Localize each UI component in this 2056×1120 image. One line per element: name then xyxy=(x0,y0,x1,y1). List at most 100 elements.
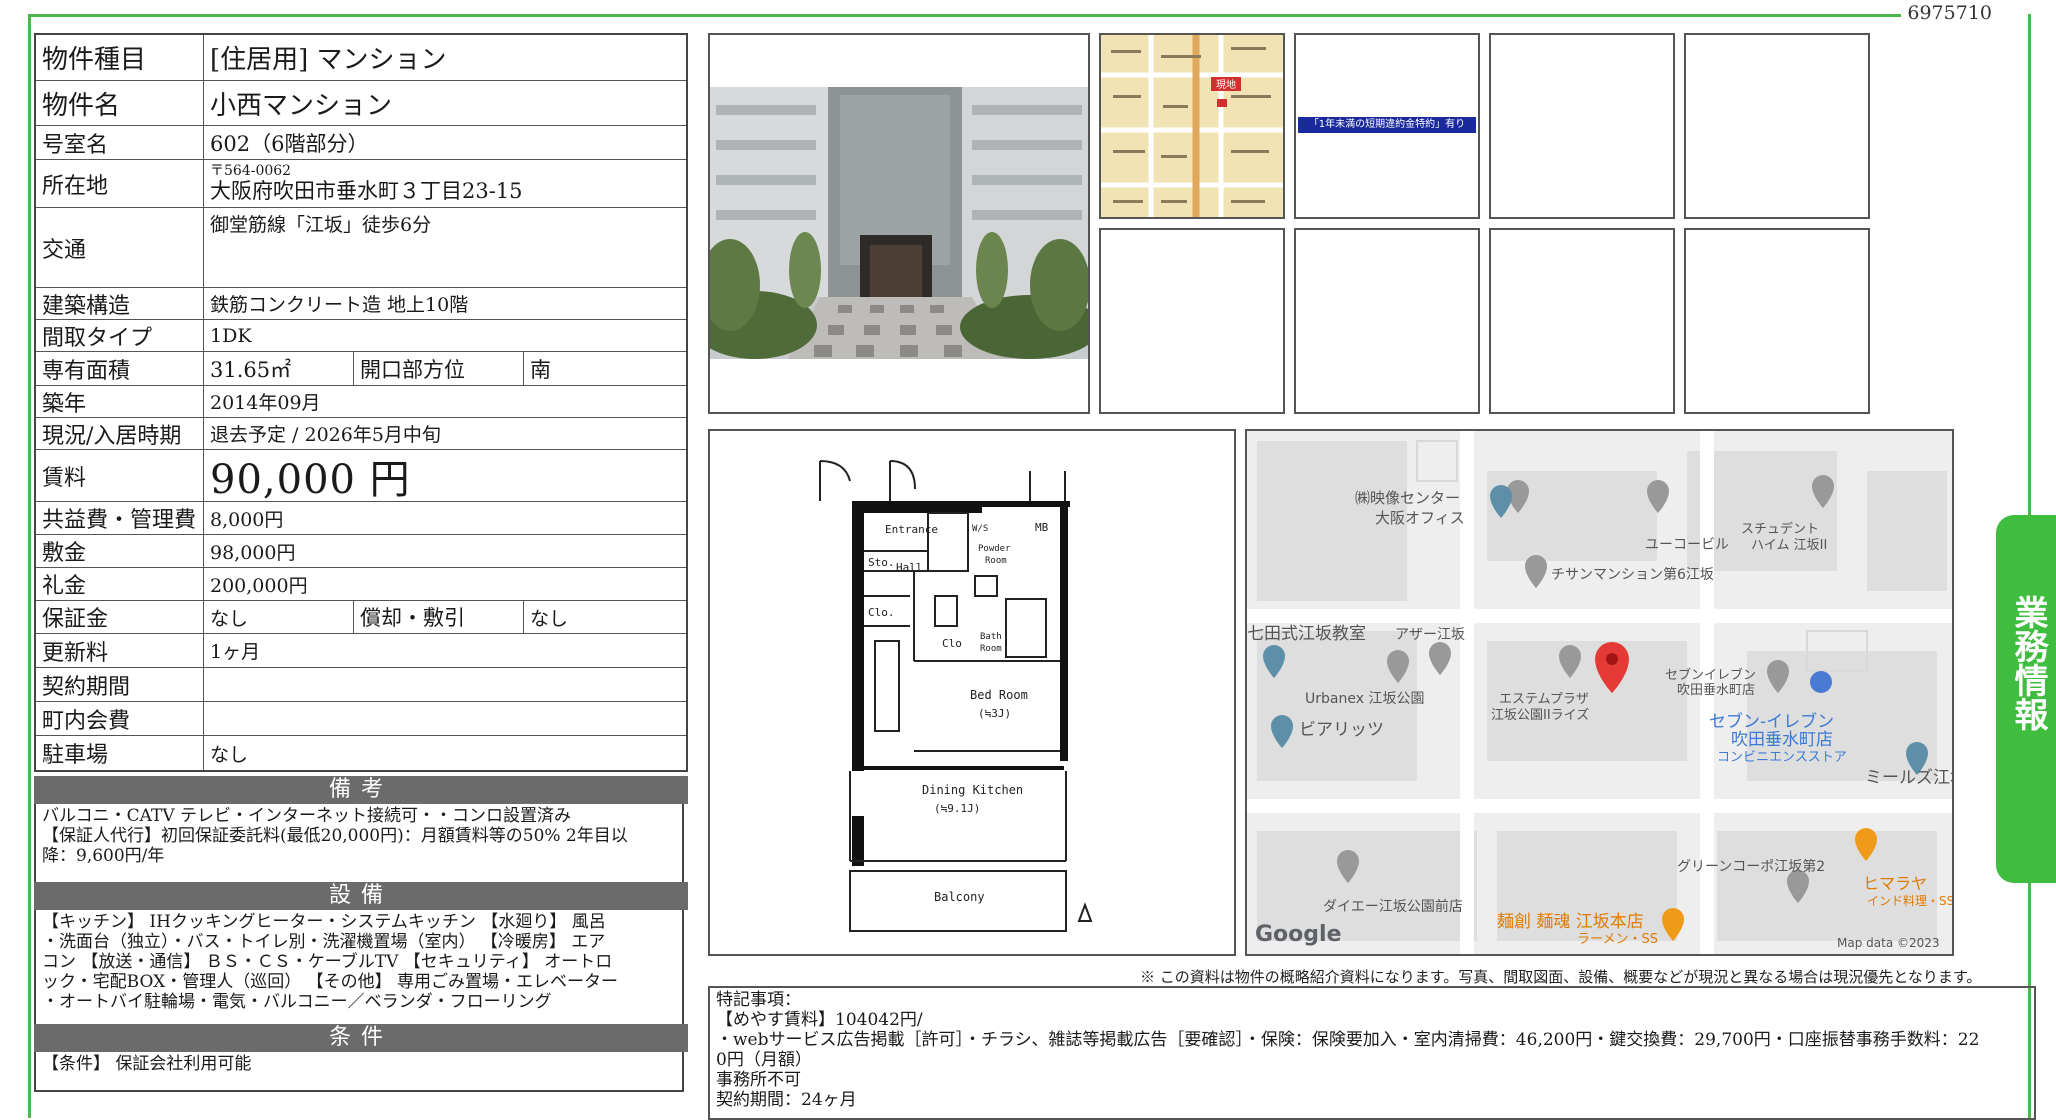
keymoney-value: 200,000円 xyxy=(210,574,308,597)
area-map-image: 現地 xyxy=(1101,35,1283,217)
plan-entrance: Entrance xyxy=(885,523,938,536)
remarks-line: バルコニ・CATV テレビ・インターネット接続可・・コンロ設置済み xyxy=(42,806,572,826)
frame-left-border xyxy=(28,14,31,1118)
area-label: 専有面積 xyxy=(36,352,204,385)
plan-bedroom-size: (≒3J) xyxy=(978,707,1011,720)
fee-label: 共益費・管理費 xyxy=(36,502,204,534)
equipment-line: ・オートバイ駐輪場・電気・バルコニー／ベランダ・フローリング xyxy=(42,992,552,1012)
map-attribution: Map data ©2023 xyxy=(1837,936,1940,950)
association-label: 町内会費 xyxy=(36,702,204,735)
status-value: 退去予定 / 2026年5月中旬 xyxy=(210,424,441,446)
map-place-label: セブン-イレブン xyxy=(1709,711,1834,732)
plan-dining: Dining Kitchen xyxy=(922,783,1023,797)
rent-label: 賃料 xyxy=(36,450,204,501)
document-id: 6975710 xyxy=(1901,2,1998,24)
plan-hall: Hall xyxy=(896,561,923,574)
floor-plan-frame[interactable]: Entrance W/S MB Sto. Hall Powder Room Cl… xyxy=(708,429,1236,956)
special-notes-line: 契約期間：24ヶ月 xyxy=(716,1090,857,1110)
conditions-body: 【条件】 保証会社利用可能 xyxy=(34,1052,684,1092)
empty-thumbnail[interactable] xyxy=(1489,228,1675,414)
conditions-line: 【条件】 保証会社利用可能 xyxy=(42,1054,252,1074)
map-place-label: セブンイレブン xyxy=(1665,667,1756,683)
contract-label: 契約期間 xyxy=(36,668,204,701)
area-value: 31.65㎡ xyxy=(204,352,354,385)
address-label: 所在地 xyxy=(36,160,204,207)
location-map-frame[interactable]: ㈱映像センター 大阪オフィス スチュデント ハイム 江坂II ユーコービル チサンマンショ… xyxy=(1245,429,1954,956)
address-value: 大阪府吹田市垂水町３丁目23-15 xyxy=(210,179,523,203)
business-info-tab-label: 業務情報 xyxy=(2008,595,2048,731)
map-place-label: Urbanex 江坂公園 xyxy=(1305,691,1424,707)
equipment-line: 【キッチン】 IHクッキングヒーター・システムキッチン 【水廻り】 風呂 xyxy=(42,912,606,932)
map-place-label: スチュデント xyxy=(1741,521,1819,537)
equipment-header: 設備 xyxy=(34,882,688,910)
address-cell: 〒564-0062 大阪府吹田市垂水町３丁目23-15 xyxy=(204,160,686,207)
amortization-label: 償却・敷引 xyxy=(354,601,524,633)
equipment-line: ・洗面台（独立）・バス・トイレ別・洗濯機置場（室内） 【冷暖房】 エア xyxy=(42,932,606,952)
status-label: 現況/入居時期 xyxy=(36,418,204,449)
map-place-label: 吹田垂水町店 xyxy=(1731,730,1833,750)
plan-ws: W/S xyxy=(972,524,988,534)
parking-label: 駐車場 xyxy=(36,736,204,770)
empty-thumbnail[interactable] xyxy=(1489,33,1675,219)
map-place-label: グリーンコーポ江坂第2 xyxy=(1677,858,1825,875)
structure-label: 建築構造 xyxy=(36,288,204,319)
north-arrow-icon xyxy=(1077,902,1093,922)
conditions-header: 条件 xyxy=(34,1024,688,1052)
room-label: 号室名 xyxy=(36,126,204,159)
layout-label: 間取タイプ xyxy=(36,320,204,351)
special-notes-line: 0円（月額） xyxy=(716,1050,812,1070)
map-place-label: 大阪オフィス xyxy=(1375,509,1465,527)
special-notes-box: 特記事項： 【めやす賃料】104042円/ ・webサービス広告掲載［許可］・チ… xyxy=(708,986,2036,1120)
location-map: ㈱映像センター大阪オフィススチュデントハイム 江坂II ユーコービルチサンマンショ… xyxy=(1247,431,1952,954)
built-label: 築年 xyxy=(36,386,204,417)
layout-value: 1DK xyxy=(210,324,252,347)
map-place-label: チサンマンション第6江坂 xyxy=(1551,566,1714,583)
map-place-label: ユーコービル xyxy=(1645,537,1729,553)
map-place-label: ㈱映像センター xyxy=(1355,489,1460,507)
equipment-body: 【キッチン】 IHクッキングヒーター・システムキッチン 【水廻り】 風呂 ・洗面… xyxy=(34,910,684,1024)
association-value xyxy=(204,702,686,735)
renewal-value: 1ヶ月 xyxy=(210,641,261,663)
map-place-label: ヒマラヤ xyxy=(1863,874,1927,893)
keymoney-label: 礼金 xyxy=(36,568,204,600)
empty-thumbnail[interactable] xyxy=(1099,228,1285,414)
disclaimer-text: ※ この資料は物件の概略紹介資料になります。写真、間取図面、設備、概要などが現況… xyxy=(1140,968,1982,986)
parking-value: なし xyxy=(210,743,249,766)
special-notes-line: ・webサービス広告掲載［許可］・チラシ、雑誌等掲載広告［要確認］・保険：保険要… xyxy=(716,1030,1980,1050)
building-photo-frame[interactable] xyxy=(708,33,1090,414)
equipment-line: ック・宅配BOX・管理人（巡回） 【その他】 専用ごみ置場・エレベーター xyxy=(42,972,619,992)
map-place-label: 七田式江坂教室 xyxy=(1247,624,1366,644)
frame-top-border xyxy=(28,14,1958,17)
notice-thumbnail[interactable]: 「1年未満の短期違約金特約」有り xyxy=(1294,33,1480,219)
building-photo xyxy=(710,35,1088,412)
empty-thumbnail[interactable] xyxy=(1294,228,1480,414)
built-value: 2014年09月 xyxy=(210,392,321,414)
plan-balcony: Balcony xyxy=(934,890,985,904)
empty-thumbnail[interactable] xyxy=(1684,228,1870,414)
equipment-line: コン 【放送・通信】 ＢＳ・ＣＳ・ケーブルTV 【セキュリティ】 オートロ xyxy=(42,952,613,972)
business-info-tab[interactable]: 業務情報 xyxy=(1996,515,2056,883)
map-place-label: ダイエー江坂公園前店 xyxy=(1323,898,1463,915)
room-value: 602（6階部分） xyxy=(210,131,369,156)
map-place-label: エステムプラザ xyxy=(1499,692,1589,707)
direction-label: 開口部方位 xyxy=(354,352,524,385)
plan-powder: Powder xyxy=(978,544,1011,554)
empty-thumbnail[interactable] xyxy=(1684,33,1870,219)
remarks-line: 降：9,600円/年 xyxy=(42,846,165,866)
area-map-thumbnail[interactable]: 現地 xyxy=(1099,33,1285,219)
special-notes-line: 事務所不可 xyxy=(716,1070,801,1090)
plan-sto: Sto. xyxy=(868,556,895,569)
plan-dining-size: (≒9.1J) xyxy=(934,802,980,815)
plan-bath: Bath xyxy=(980,632,1002,642)
map-place-label: ラーメン・SS xyxy=(1577,932,1658,947)
map-place-label: 江坂公園IIライズ xyxy=(1491,707,1589,723)
type-value: [住居用] マンション xyxy=(210,45,447,75)
fee-value: 8,000円 xyxy=(210,508,284,531)
short-term-penalty-notice: 「1年未満の短期違約金特約」有り xyxy=(1298,117,1476,133)
plan-closet: Clo. xyxy=(868,606,895,619)
map-place-label: アザー江坂 xyxy=(1395,627,1465,643)
type-label: 物件種目 xyxy=(36,35,204,80)
zip-code: 〒564-0062 xyxy=(210,163,292,179)
contract-value xyxy=(204,668,686,701)
map-here-label: 現地 xyxy=(1216,78,1236,91)
